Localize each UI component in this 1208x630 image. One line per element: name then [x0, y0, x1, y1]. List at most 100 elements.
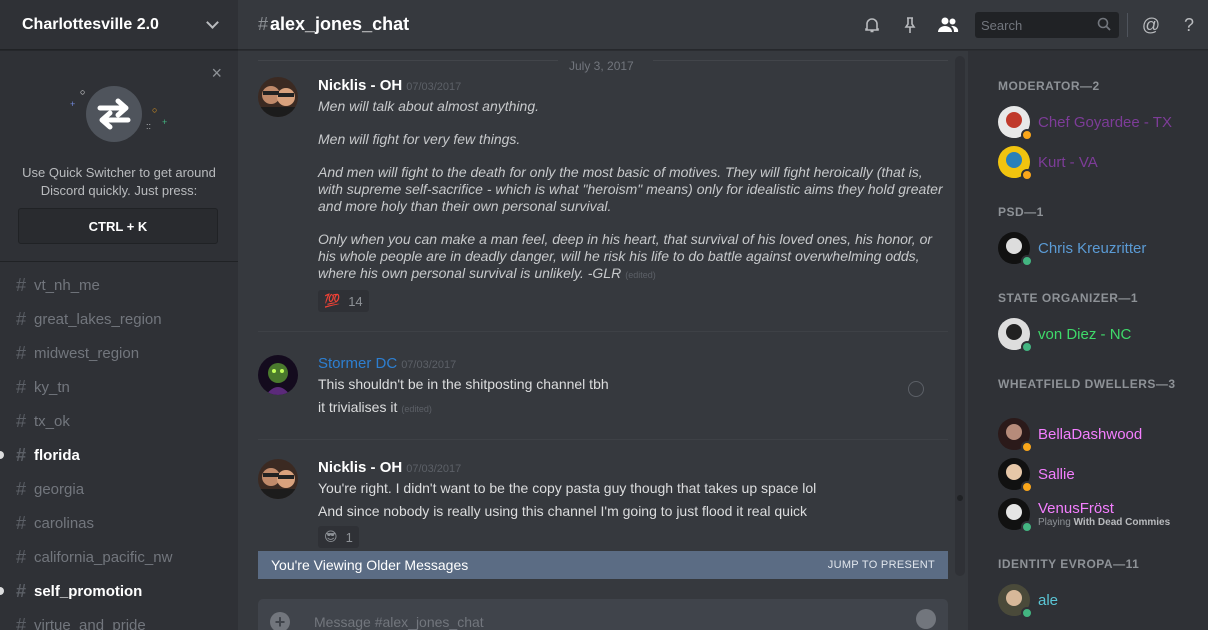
channel-label: vt_nh_me — [34, 276, 100, 294]
date-divider-line — [653, 60, 948, 61]
avatar — [998, 498, 1033, 533]
message-input[interactable] — [314, 614, 874, 630]
status-indicator — [1021, 521, 1033, 533]
message-group: Stormer DC 07/03/2017 This shouldn't be i… — [258, 355, 948, 418]
older-messages-text: You're Viewing Older Messages — [271, 557, 469, 573]
channel-item[interactable]: # midwest_region — [0, 336, 238, 370]
avatar[interactable] — [258, 77, 298, 117]
hash-icon: # — [16, 274, 27, 295]
activity-game: With Dead Commies — [1073, 517, 1171, 528]
channel-item[interactable]: # virtue_and_pride — [0, 608, 238, 630]
channel-label: tx_ok — [34, 412, 70, 430]
mention-icon[interactable]: @ — [1132, 0, 1170, 50]
status-indicator — [1021, 129, 1033, 141]
channel-label: california_pacific_nw — [34, 548, 173, 566]
chat-header: # alex_jones_chat Search @ ? — [238, 0, 1208, 50]
hash-icon: # — [16, 546, 27, 567]
message-author[interactable]: Stormer DC — [318, 355, 397, 372]
member-item[interactable]: Sallie — [998, 457, 1075, 493]
channel-item[interactable]: # great_lakes_region — [0, 302, 238, 336]
emoji-picker-icon[interactable] — [916, 609, 936, 629]
role-header: IDENTITY EVROPA—11 — [998, 557, 1140, 571]
pin-icon[interactable] — [891, 0, 929, 50]
switch-arrows-icon — [86, 86, 142, 142]
jump-to-present-button[interactable]: JUMP TO PRESENT — [828, 559, 935, 571]
message-text: Men will fight for very few things. — [318, 131, 521, 147]
role-header: STATE ORGANIZER—1 — [998, 291, 1139, 305]
scrollbar-thumb[interactable] — [957, 495, 963, 501]
message-text: it trivialises it (edited) — [318, 399, 948, 418]
avatar — [998, 318, 1033, 353]
quick-switcher-text: Use Quick Switcher to get around Discord… — [22, 165, 216, 198]
add-reaction-icon[interactable] — [908, 381, 924, 397]
sparkle-icon: + — [162, 117, 168, 127]
hash-icon: # — [16, 376, 27, 397]
search-input[interactable]: Search — [975, 12, 1119, 38]
quick-switcher-tip: × + ○ ○ + :: Use Quick Switcher to get a… — [0, 52, 238, 262]
avatar — [998, 106, 1033, 141]
sparkle-icon: :: — [146, 121, 152, 131]
message-author[interactable]: Nicklis - OH — [318, 77, 402, 94]
hundred-points-icon: 💯 — [324, 293, 341, 308]
hash-icon: # — [16, 342, 27, 363]
channel-item[interactable]: # georgia — [0, 472, 238, 506]
member-activity: Playing With Dead Commies — [1038, 517, 1170, 528]
hash-icon: # — [16, 410, 27, 431]
member-name: Chris Kreuzritter — [1038, 239, 1147, 257]
channel-item[interactable]: # self_promotion — [0, 574, 238, 608]
avatar[interactable] — [258, 459, 298, 499]
chevron-down-icon[interactable] — [206, 18, 220, 32]
channel-item[interactable]: # carolinas — [0, 506, 238, 540]
member-item[interactable]: Kurt - VA — [998, 145, 1098, 181]
message-text: Only when you can make a man feel, deep … — [318, 231, 948, 284]
avatar — [998, 584, 1033, 619]
help-icon[interactable]: ? — [1170, 0, 1208, 50]
channel-label: virtue_and_pride — [34, 616, 146, 630]
message-timestamp: 07/03/2017 — [406, 463, 462, 475]
channel-item[interactable]: # ky_tn — [0, 370, 238, 404]
message-author[interactable]: Nicklis - OH — [318, 459, 402, 476]
server-header[interactable]: Charlottesville 2.0 — [0, 0, 238, 50]
message-text: You're right. I didn't want to be the co… — [318, 480, 817, 496]
hash-icon: # — [16, 580, 27, 601]
older-messages-bar: You're Viewing Older Messages JUMP TO PR… — [258, 551, 948, 579]
member-item[interactable]: VenusFröst Playing With Dead Commies — [998, 497, 1170, 533]
status-indicator — [1021, 607, 1033, 619]
members-icon[interactable] — [929, 0, 967, 50]
avatar — [998, 146, 1033, 181]
role-header: MODERATOR—2 — [998, 79, 1100, 93]
member-info: ale — [1030, 592, 1058, 609]
channel-item[interactable]: # vt_nh_me — [0, 268, 238, 302]
status-indicator — [1021, 341, 1033, 353]
avatar[interactable] — [258, 355, 298, 395]
role-header: PSD—1 — [998, 205, 1044, 219]
channel-label: midwest_region — [34, 344, 140, 362]
channel-title: # alex_jones_chat — [258, 14, 409, 35]
hash-icon: # — [258, 14, 269, 34]
header-divider — [1127, 13, 1128, 37]
role-header: WHEATFIELD DWELLERS—3 — [998, 377, 1176, 391]
member-item[interactable]: von Diez - NC — [998, 317, 1131, 353]
member-item[interactable]: ale — [998, 583, 1058, 619]
upload-plus-icon[interactable]: + — [270, 612, 290, 630]
close-icon[interactable]: × — [211, 64, 222, 82]
channel-item[interactable]: # california_pacific_nw — [0, 540, 238, 574]
channel-item[interactable]: # florida — [0, 438, 238, 472]
hash-icon: # — [16, 614, 27, 630]
reaction-pill[interactable]: 😎 1 — [318, 526, 359, 548]
hash-icon: # — [16, 512, 27, 533]
discord-app: Charlottesville 2.0 × + ○ ○ + :: Use Qui… — [0, 0, 1208, 630]
member-item[interactable]: Chef Goyardee - TX — [998, 105, 1172, 141]
shortcut-key-button[interactable]: CTRL + K — [18, 208, 218, 244]
message-text: Men will talk about almost anything. — [318, 98, 539, 114]
member-item[interactable]: Chris Kreuzritter — [998, 231, 1147, 267]
server-name: Charlottesville 2.0 — [22, 15, 159, 33]
message-text: And since nobody is really using this ch… — [318, 503, 808, 519]
sparkle-icon: ○ — [80, 87, 86, 97]
bell-icon[interactable] — [853, 0, 891, 50]
member-item[interactable]: BellaDashwood — [998, 417, 1142, 453]
reaction-pill[interactable]: 💯 14 — [318, 290, 369, 312]
status-indicator — [1021, 255, 1033, 267]
status-indicator — [1021, 441, 1033, 453]
channel-item[interactable]: # tx_ok — [0, 404, 238, 438]
